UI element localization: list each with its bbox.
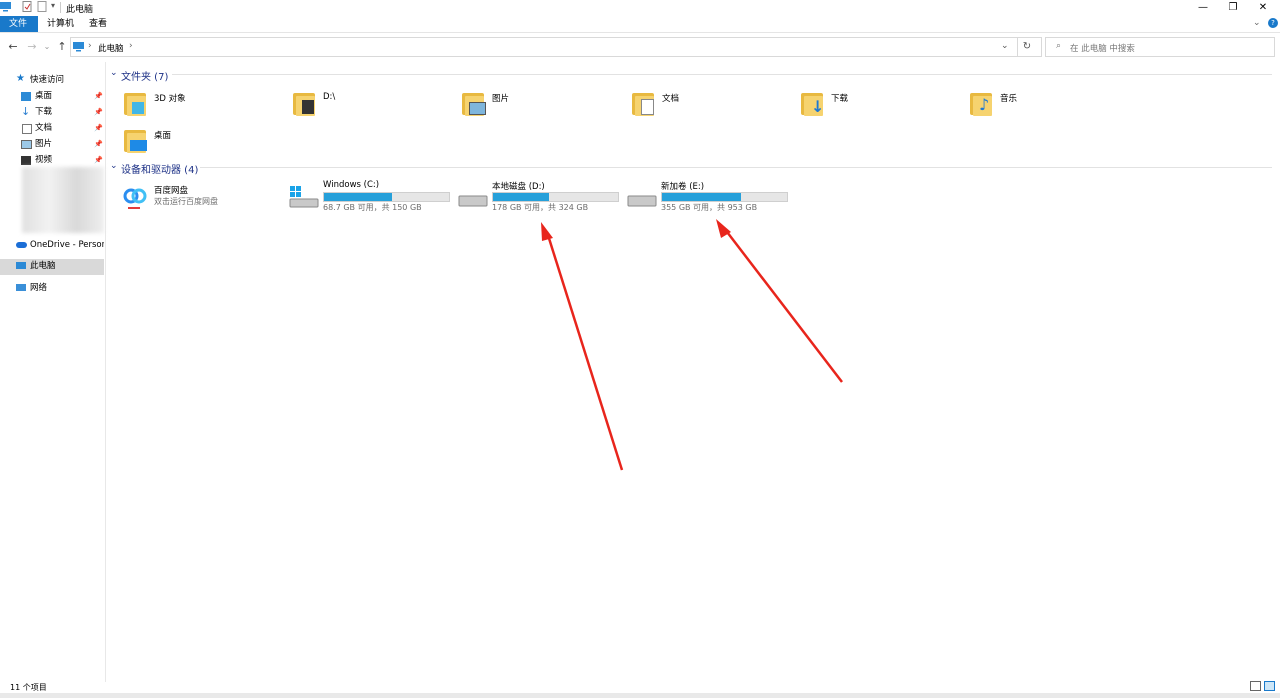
computer-icon	[73, 42, 84, 52]
tab-view[interactable]: 查看	[80, 16, 116, 32]
ribbon-expand-icon[interactable]: ⌄	[1253, 18, 1261, 28]
breadcrumb-this-pc[interactable]: 此电脑	[98, 42, 124, 54]
tab-computer[interactable]: 计算机	[38, 16, 83, 32]
folder-music[interactable]: ♪ 音乐	[970, 88, 1130, 124]
search-input[interactable]: ⌕ 在 此电脑 中搜索	[1045, 37, 1275, 57]
drive-usage-fill	[662, 193, 741, 201]
collapse-chevron-icon[interactable]: ⌄	[110, 68, 118, 78]
status-item-count: 11 个项目	[10, 683, 47, 692]
pin-icon[interactable]: 📌	[94, 153, 103, 168]
folder-downloads-icon: ↓	[801, 90, 825, 116]
annotation-arrow-e	[716, 219, 843, 383]
title-bar	[0, 0, 1280, 16]
nav-documents[interactable]: 文档 📌	[0, 121, 104, 136]
new-folder-icon[interactable]	[37, 1, 48, 12]
nav-videos[interactable]: 视频 📌	[0, 153, 104, 168]
hard-drive-icon	[458, 194, 488, 208]
drive-e[interactable]: 新加卷 (E:) 355 GB 可用，共 953 GB	[627, 180, 792, 216]
recent-locations-icon[interactable]: ⌄	[40, 40, 54, 54]
pin-icon[interactable]: 📌	[94, 105, 103, 120]
drive-usage-bar	[323, 192, 450, 202]
folder-d-drive[interactable]: D:\	[293, 88, 453, 124]
quick-access-dropdown-icon[interactable]: ▾	[51, 1, 55, 10]
nav-quick-access[interactable]: ★ 快速访问	[0, 73, 104, 88]
drive-d[interactable]: 本地磁盘 (D:) 178 GB 可用，共 324 GB	[458, 180, 623, 216]
address-bar[interactable]: › 此电脑 › ⌄	[70, 37, 1042, 57]
devices-header[interactable]: 设备和驱动器 (4)	[121, 161, 198, 176]
cloud-icon	[16, 242, 27, 248]
folder-documents-icon	[632, 90, 656, 116]
drive-usage-fill	[493, 193, 550, 201]
large-icons-view-icon[interactable]	[1264, 681, 1275, 691]
taskbar-edge	[0, 693, 1280, 698]
picture-icon	[21, 140, 32, 149]
pin-icon[interactable]: 📌	[94, 137, 103, 152]
divider	[172, 74, 1272, 75]
video-icon	[21, 156, 31, 165]
tab-file[interactable]: 文件	[0, 16, 38, 32]
nav-desktop[interactable]: 桌面 📌	[0, 89, 104, 104]
back-button[interactable]: ←	[6, 40, 20, 54]
folder-pictures-icon	[462, 90, 486, 116]
address-dropdown-icon[interactable]: ⌄	[1001, 41, 1009, 51]
folder-video-icon	[293, 90, 317, 116]
help-icon[interactable]: ?	[1268, 18, 1278, 28]
nav-network[interactable]: 网络	[0, 281, 104, 296]
desktop-icon	[21, 92, 31, 101]
ribbon	[0, 16, 1280, 33]
pin-icon[interactable]: 📌	[94, 121, 103, 136]
close-button[interactable]: ✕	[1250, 0, 1276, 16]
up-button[interactable]: ↑	[55, 40, 69, 54]
minimize-button[interactable]: —	[1190, 0, 1216, 16]
computer-icon	[0, 1, 11, 12]
folder-desktop[interactable]: 桌面	[124, 125, 284, 161]
annotation-arrow-d	[541, 222, 624, 471]
blurred-region	[22, 167, 104, 233]
nav-onedrive[interactable]: OneDrive - Persona	[0, 238, 104, 253]
details-view-icon[interactable]	[1250, 681, 1261, 691]
collapse-chevron-icon[interactable]: ⌄	[110, 161, 118, 171]
drive-usage-fill	[324, 193, 392, 201]
window-title: 此电脑	[66, 5, 94, 15]
divider	[60, 2, 61, 13]
search-icon: ⌕	[1056, 41, 1062, 51]
maximize-button[interactable]: ❐	[1220, 0, 1246, 16]
3d-objects-icon	[124, 90, 148, 116]
nav-downloads[interactable]: ↓ 下载 📌	[0, 105, 104, 120]
forward-button[interactable]: →	[25, 40, 39, 54]
pin-icon[interactable]: 📌	[94, 89, 103, 104]
folder-music-icon: ♪	[970, 90, 994, 116]
document-icon	[22, 124, 32, 134]
drive-usage-bar	[661, 192, 788, 202]
drive-c[interactable]: Windows (C:) 68.7 GB 可用，共 150 GB	[289, 180, 454, 216]
hard-drive-icon	[627, 194, 657, 208]
divider	[200, 167, 1272, 168]
baidu-netdisk-icon	[122, 185, 148, 211]
nav-this-pc[interactable]: 此电脑	[0, 259, 104, 275]
breadcrumb-chevron: ›	[129, 41, 133, 51]
download-icon: ↓	[21, 105, 31, 118]
folders-header[interactable]: 文件夹 (7)	[121, 68, 168, 83]
folder-downloads[interactable]: ↓ 下载	[801, 88, 961, 124]
windows-drive-icon	[289, 186, 319, 208]
breadcrumb-chevron: ›	[88, 41, 92, 51]
drive-usage-bar	[492, 192, 619, 202]
search-placeholder: 在 此电脑 中搜索	[1070, 44, 1135, 54]
nav-pictures[interactable]: 图片 📌	[0, 137, 104, 152]
folder-documents[interactable]: 文档	[632, 88, 792, 124]
baidu-netdisk-item[interactable]: 百度网盘 双击运行百度网盘	[122, 183, 282, 213]
network-icon	[16, 284, 26, 291]
folder-desktop-icon	[124, 127, 148, 153]
star-icon: ★	[16, 73, 25, 84]
refresh-button[interactable]: ↻	[1017, 38, 1036, 56]
computer-icon	[16, 262, 26, 269]
folder-3d-objects[interactable]: 3D 对象	[124, 88, 284, 124]
folder-pictures[interactable]: 图片	[462, 88, 622, 124]
properties-icon[interactable]	[22, 1, 33, 12]
